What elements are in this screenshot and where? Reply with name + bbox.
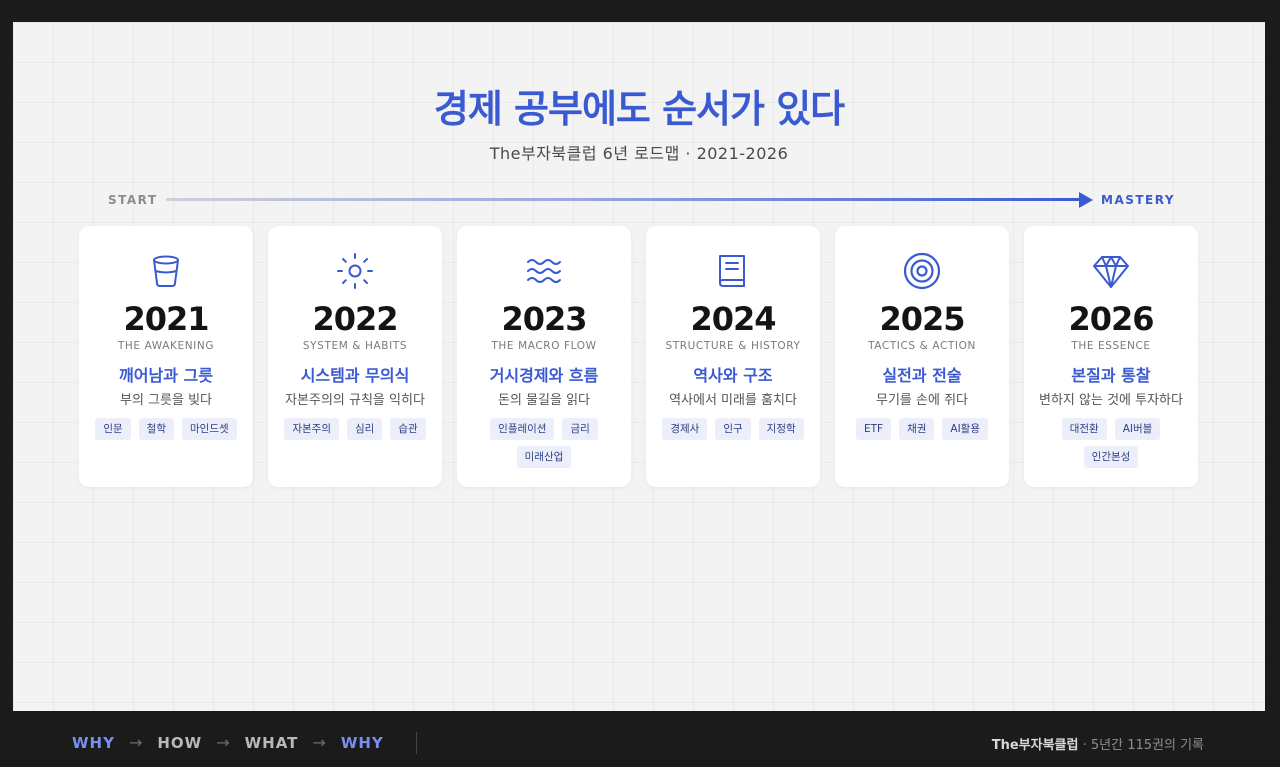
card-year: 2022 [312, 300, 398, 338]
brand-separator: · [1078, 738, 1091, 753]
timeline-end-label: MASTERY [1101, 193, 1176, 207]
card-english-subtitle: THE ESSENCE [1071, 340, 1151, 352]
card-english-subtitle: THE MACRO FLOW [491, 340, 597, 352]
flow-step-what: WHAT [244, 733, 299, 752]
timeline-track [166, 198, 1082, 201]
slide: 경제 공부에도 순서가 있다 The부자북클럽 6년 로드맵 · 2021-20… [13, 22, 1265, 711]
card-year: 2023 [501, 300, 587, 338]
arrow-right-icon: → [216, 733, 231, 752]
card-year: 2025 [879, 300, 965, 338]
tag: 마인드셋 [182, 418, 237, 440]
card-korean-title: 시스템과 무의식 [300, 366, 410, 385]
tag: 미래산업 [516, 446, 572, 468]
brand-note: 5년간 115권의 기록 [1090, 738, 1204, 753]
arrow-right-icon: → [128, 733, 144, 752]
roadmap-card-2023: 2023 THE MACRO FLOW 거시경제와 흐름 돈의 물길을 읽다 인… [457, 226, 631, 487]
brand-name: The부자북클럽 [991, 738, 1079, 753]
tag: 인구 [715, 418, 751, 440]
card-tags: 대전환 AI버블 인간본성 [1034, 418, 1188, 468]
tag: 철학 [138, 418, 174, 440]
card-year: 2026 [1068, 300, 1154, 338]
diamond-icon [1091, 251, 1131, 291]
sun-icon [335, 251, 375, 291]
card-tags: 경제사 인구 지정학 [656, 418, 810, 440]
footer-brand: The부자북클럽 · 5년간 115권의 기록 [992, 734, 1204, 753]
roadmap-card-2025: 2025 TACTICS & ACTION 실전과 전술 무기를 손에 쥐다 E… [835, 226, 1009, 487]
card-korean-title: 역사와 구조 [693, 366, 773, 385]
card-english-subtitle: SYSTEM & HABITS [302, 340, 408, 352]
card-tags: 자본주의 심리 습관 [278, 418, 432, 440]
tag: ETF [855, 418, 892, 440]
target-icon [902, 251, 942, 291]
tag: 금리 [562, 418, 598, 440]
cup-icon [146, 251, 186, 291]
roadmap-card-2021: 2021 THE AWAKENING 깨어남과 그릇 부의 그릇을 빚다 인문 … [79, 226, 253, 487]
card-year: 2024 [690, 300, 776, 338]
card-english-subtitle: STRUCTURE & HISTORY [665, 340, 801, 352]
card-description: 변하지 않는 것에 투자하다 [1039, 393, 1183, 408]
card-description: 돈의 물길을 읽다 [498, 393, 590, 408]
book-icon [713, 251, 753, 291]
card-tags: 인문 철학 마인드셋 [89, 418, 243, 440]
card-description: 역사에서 미래를 훔치다 [669, 393, 797, 408]
tag: 심리 [346, 418, 383, 440]
footer-bar: WHY → HOW → WHAT → WHY The부자북클럽 · 5년간 11… [0, 711, 1280, 767]
tag: 습관 [390, 418, 426, 440]
card-korean-title: 실전과 전술 [882, 366, 962, 385]
card-english-subtitle: TACTICS & ACTION [868, 340, 976, 352]
flow-step-how: HOW [157, 733, 203, 752]
card-tags: ETF 채권 AI활용 [845, 418, 999, 440]
tag: 인간본성 [1083, 446, 1139, 468]
roadmap-card-2024: 2024 STRUCTURE & HISTORY 역사와 구조 역사에서 미래를… [646, 226, 820, 487]
timeline-start-label: START [108, 193, 158, 207]
timeline-arrow-icon [1079, 192, 1093, 208]
tag: AI버블 [1114, 418, 1161, 440]
tag: AI활용 [942, 418, 989, 440]
page-title: 경제 공부에도 순서가 있다 [433, 87, 845, 131]
card-korean-title: 깨어남과 그릇 [119, 366, 213, 385]
card-english-subtitle: THE AWAKENING [117, 340, 215, 352]
card-korean-title: 본질과 통찰 [1071, 366, 1151, 385]
arrow-right-icon: → [312, 733, 327, 752]
tag: 대전환 [1061, 418, 1107, 440]
roadmap-card-2026: 2026 THE ESSENCE 본질과 통찰 변하지 않는 것에 투자하다 대… [1024, 226, 1198, 487]
card-description: 무기를 손에 쥐다 [876, 393, 968, 408]
why-how-what-flow: WHY → HOW → WHAT → WHY [72, 733, 384, 752]
flow-step-why-final: WHY [340, 733, 384, 752]
card-korean-title: 거시경제와 흐름 [489, 366, 599, 385]
tag: 자본주의 [284, 418, 339, 440]
flow-step-why: WHY [72, 733, 115, 752]
card-description: 부의 그릇을 빚다 [120, 393, 212, 408]
tag: 경제사 [662, 418, 708, 440]
tag: 지정학 [758, 418, 804, 440]
roadmap-card-2022: 2022 SYSTEM & HABITS 시스템과 무의식 자본주의의 규칙을 … [268, 226, 442, 487]
footer-divider [416, 732, 417, 754]
card-description: 자본주의의 규칙을 익히다 [285, 393, 425, 408]
card-year: 2021 [123, 300, 209, 338]
tag: 인플레이션 [490, 418, 555, 440]
waves-icon [524, 251, 564, 291]
card-tags: 인플레이션 금리 미래산업 [467, 418, 621, 468]
page-subtitle: The부자북클럽 6년 로드맵 · 2021-2026 [489, 144, 789, 163]
tag: 채권 [899, 418, 935, 440]
tag: 인문 [95, 418, 131, 440]
